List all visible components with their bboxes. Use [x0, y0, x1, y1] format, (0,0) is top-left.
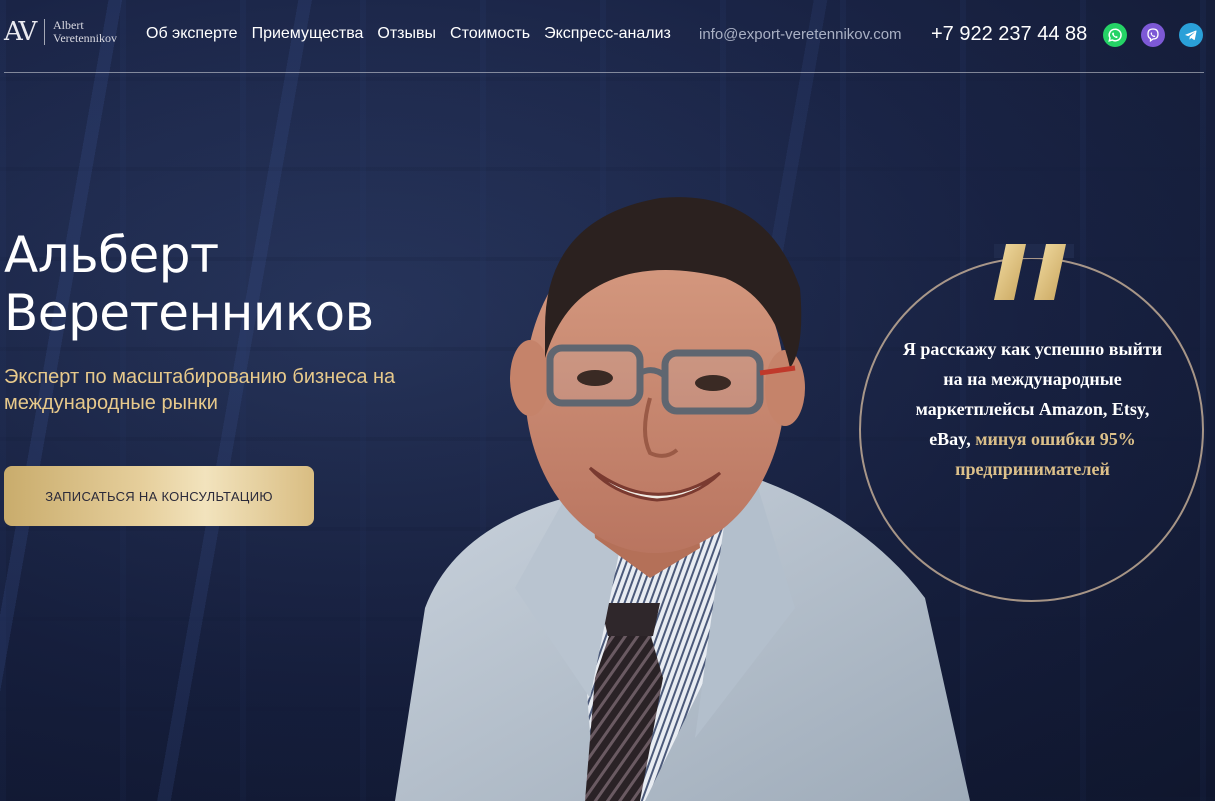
logo-mark: AV: [4, 17, 37, 47]
logo-line-first: Albert: [53, 18, 84, 32]
logo-divider: [44, 19, 45, 45]
header-divider: [4, 72, 1204, 73]
site-header: AV Albert Veretennikov Об эксперте Прием…: [0, 0, 1215, 72]
nav-about-expert[interactable]: Об эксперте: [146, 25, 238, 43]
nav-reviews[interactable]: Отзывы: [377, 25, 436, 43]
quote-mark-icon: [994, 244, 1074, 300]
quote-text-highlight: минуя ошибки 95% предпринимателей: [955, 429, 1136, 479]
logo[interactable]: AV Albert Veretennikov: [4, 17, 117, 47]
viber-icon[interactable]: [1141, 23, 1165, 47]
quote-text: Я расскажу как успешно выйти на на между…: [895, 334, 1170, 484]
main-nav: Об эксперте Приемущества Отзывы Стоимост…: [146, 25, 671, 43]
book-consultation-button[interactable]: ЗАПИСАТЬСЯ НА КОНСУЛЬТАЦИЮ: [4, 466, 314, 526]
logo-line-last: Veretennikov: [53, 31, 117, 45]
nav-advantages[interactable]: Приемущества: [252, 25, 364, 43]
phone-link[interactable]: +7 922 237 44 88: [931, 23, 1087, 46]
nav-pricing[interactable]: Стоимость: [450, 25, 530, 43]
nav-express-analysis[interactable]: Экспресс-анализ: [544, 25, 671, 43]
telegram-icon[interactable]: [1179, 23, 1203, 47]
whatsapp-icon[interactable]: [1103, 23, 1127, 47]
logo-wordmark: Albert Veretennikov: [53, 19, 117, 45]
social-links: [1103, 23, 1203, 47]
email-link[interactable]: info@export-veretennikov.com: [699, 26, 902, 43]
